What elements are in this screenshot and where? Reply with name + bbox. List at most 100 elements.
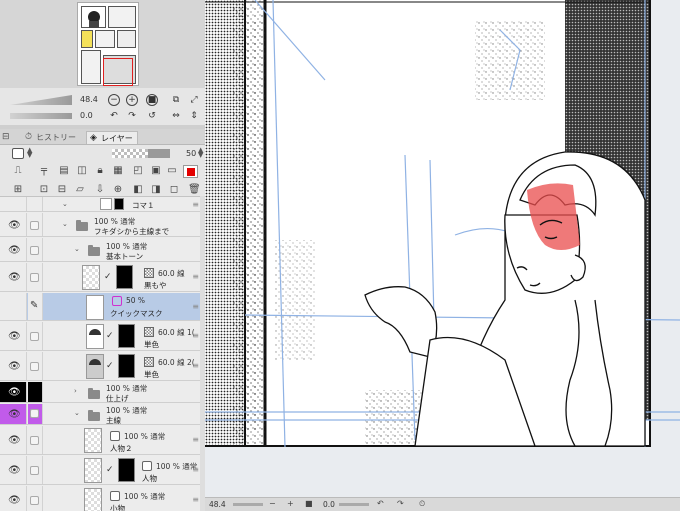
chevron-right-icon[interactable]: › (74, 387, 77, 395)
stop-icon[interactable]: ■ (305, 499, 313, 508)
eye-icon[interactable]: 👁︎ (8, 272, 21, 283)
lock-checkbox[interactable] (30, 436, 39, 445)
eye-icon[interactable]: 👁︎ (8, 495, 21, 506)
merge-down-icon[interactable]: ⊕ (112, 184, 124, 196)
plus-icon[interactable]: + (287, 499, 294, 508)
eye-icon[interactable]: 👁︎ (8, 331, 21, 342)
apply-mask-icon[interactable]: ◨ (150, 184, 162, 196)
chevron-down-icon[interactable]: ⌄ (62, 200, 68, 208)
tab-panel-menu[interactable]: ⊟ (0, 131, 14, 144)
layer-color-swatch[interactable] (183, 165, 198, 178)
layer-row[interactable]: 👁︎ ✓ 100 % 通常 人物 ≡ (0, 456, 205, 485)
chevron-updown-icon[interactable]: ▲ ▼ (27, 147, 32, 159)
layer-menu-icon[interactable]: ≡ (192, 272, 199, 281)
status-rotation-slider[interactable] (339, 503, 369, 506)
visibility-cell[interactable]: 👁︎ (0, 213, 27, 236)
lock-cell[interactable] (28, 352, 43, 380)
lock-cell[interactable] (28, 322, 43, 350)
lock-checkbox[interactable] (30, 496, 39, 505)
lock-checkbox[interactable] (30, 362, 39, 371)
visibility-cell[interactable] (0, 293, 27, 320)
lock-cell[interactable]: ✎ (28, 293, 43, 320)
layer-row[interactable]: 👁︎ ✓ 60.0 線 1( 単色 ≡ (0, 322, 205, 351)
layer-settings-icon[interactable]: ⊞ (12, 184, 24, 196)
chevron-down-icon[interactable]: ⌄ (74, 245, 80, 253)
rotate-right-icon[interactable]: ↷ (126, 110, 138, 122)
layer-menu-icon[interactable]: ≡ (192, 495, 199, 504)
layer-row[interactable]: 👁︎ › 100 % 通常 仕上げ (0, 382, 205, 403)
zoom-slider[interactable] (10, 95, 72, 105)
visibility-cell[interactable]: 👁︎ (0, 382, 27, 402)
status-zoom-value[interactable]: 48.4 (209, 500, 226, 509)
layer-menu-icon[interactable]: ≡ (192, 435, 199, 444)
lock-cell[interactable] (28, 213, 43, 236)
visibility-cell[interactable]: 👁︎ (0, 238, 27, 261)
visibility-cell[interactable]: 👁︎ (0, 263, 27, 291)
rotate-right-icon[interactable]: ↷ (397, 499, 404, 508)
layer-row[interactable]: 👁︎ ⌄ 100 % 通常 主線 (0, 404, 205, 425)
lock-checkbox[interactable] (30, 221, 39, 230)
layer-row[interactable]: 👁︎ 100 % 通常 人物２ ≡ (0, 426, 205, 455)
stop-icon[interactable]: ■ (146, 94, 158, 106)
layer-menu-icon[interactable]: ≡ (192, 302, 199, 311)
check-icon[interactable]: ✓ (106, 361, 114, 371)
transfer-down-icon[interactable]: ⇩ (94, 184, 106, 196)
lock-cell[interactable] (28, 456, 43, 484)
check-icon[interactable]: ✓ (104, 272, 112, 282)
status-rotation-value[interactable]: 0.0 (323, 500, 335, 509)
trash-icon[interactable]: 🗑︎ (188, 184, 201, 196)
canvas-area[interactable] (205, 0, 680, 497)
ruler-icon[interactable]: ▣ (150, 165, 162, 177)
layer-row[interactable]: 👁︎ ⌄ 100 % 通常 フキダシから主線まで (0, 213, 205, 237)
lock-checkbox[interactable] (30, 409, 39, 418)
visibility-cell[interactable]: 👁︎ (0, 352, 27, 380)
layer-menu-icon[interactable]: ≡ (192, 331, 199, 340)
blend-mode-select[interactable] (12, 148, 24, 159)
clip-icon[interactable]: ╤ (38, 165, 50, 177)
flip-horizontal-icon[interactable]: ⇔ (170, 110, 182, 122)
reset-rotation-icon[interactable]: ↺ (146, 110, 158, 122)
flip-vertical-icon[interactable]: ⇕ (188, 110, 200, 122)
layer-menu-icon[interactable]: ≡ (192, 361, 199, 370)
rotate-left-icon[interactable]: ↶ (108, 110, 120, 122)
check-icon[interactable]: ✓ (106, 465, 114, 475)
minus-circle-icon[interactable]: − (108, 94, 120, 106)
chevron-updown-icon[interactable]: ▲ ▼ (198, 147, 203, 159)
eye-icon[interactable]: 👁︎ (8, 361, 21, 372)
rotation-value[interactable]: 0.0 (80, 111, 93, 120)
check-icon[interactable]: ✓ (106, 331, 114, 341)
layer-row-selected[interactable]: ✎ 50 % クイックマスク ≡ (0, 293, 205, 321)
lock-checkbox[interactable] (30, 332, 39, 341)
chevron-down-icon[interactable]: ⌄ (62, 220, 68, 228)
visibility-cell[interactable]: 👁︎ (0, 426, 27, 454)
lock-cell[interactable] (28, 263, 43, 291)
color-mode-icon[interactable]: ▭ (166, 165, 178, 177)
new-vector-layer-icon[interactable]: ⊟ (56, 184, 68, 196)
mask-create-icon[interactable]: ◧ (132, 184, 144, 196)
eye-icon[interactable]: 👁︎ (8, 435, 21, 446)
lock-cell[interactable] (28, 197, 43, 211)
lock-cell[interactable] (28, 238, 43, 261)
fit-screen-icon[interactable]: ⧉ (170, 94, 182, 106)
opacity-value[interactable]: 50 (186, 149, 196, 158)
eye-icon[interactable]: 👁︎ (8, 387, 21, 398)
layer-row[interactable]: 👁︎ ✓ 60.0 線 2( 単色 ≡ (0, 352, 205, 381)
lock-checkbox[interactable] (30, 273, 39, 282)
plus-circle-icon[interactable]: + (126, 94, 138, 106)
tag-icon[interactable]: ⎍ (12, 165, 24, 177)
navigator-thumbnail[interactable] (77, 2, 139, 86)
zoom-value[interactable]: 48.4 (80, 95, 98, 104)
opacity-slider-track[interactable] (112, 149, 148, 158)
lock-transparent-icon[interactable]: ▦ (112, 165, 124, 177)
lock-checkbox[interactable] (30, 466, 39, 475)
mask-enable-icon[interactable]: ◰ (132, 165, 144, 177)
eye-icon[interactable]: 👁︎ (8, 220, 21, 231)
layer-row[interactable]: ⌄ コマ１ ≡ (0, 197, 205, 212)
opacity-slider-fill[interactable] (148, 149, 170, 158)
layer-menu-icon[interactable]: ≡ (192, 200, 199, 209)
visibility-cell[interactable]: 👁︎ (0, 456, 27, 484)
fit-window-icon[interactable]: ⤢ (188, 94, 200, 106)
new-raster-layer-icon[interactable]: ⊡ (38, 184, 50, 196)
reset-rotation-icon[interactable]: ⏲ (419, 499, 425, 509)
layer-row[interactable]: 👁︎ 100 % 通常 小物 ≡ (0, 486, 205, 511)
